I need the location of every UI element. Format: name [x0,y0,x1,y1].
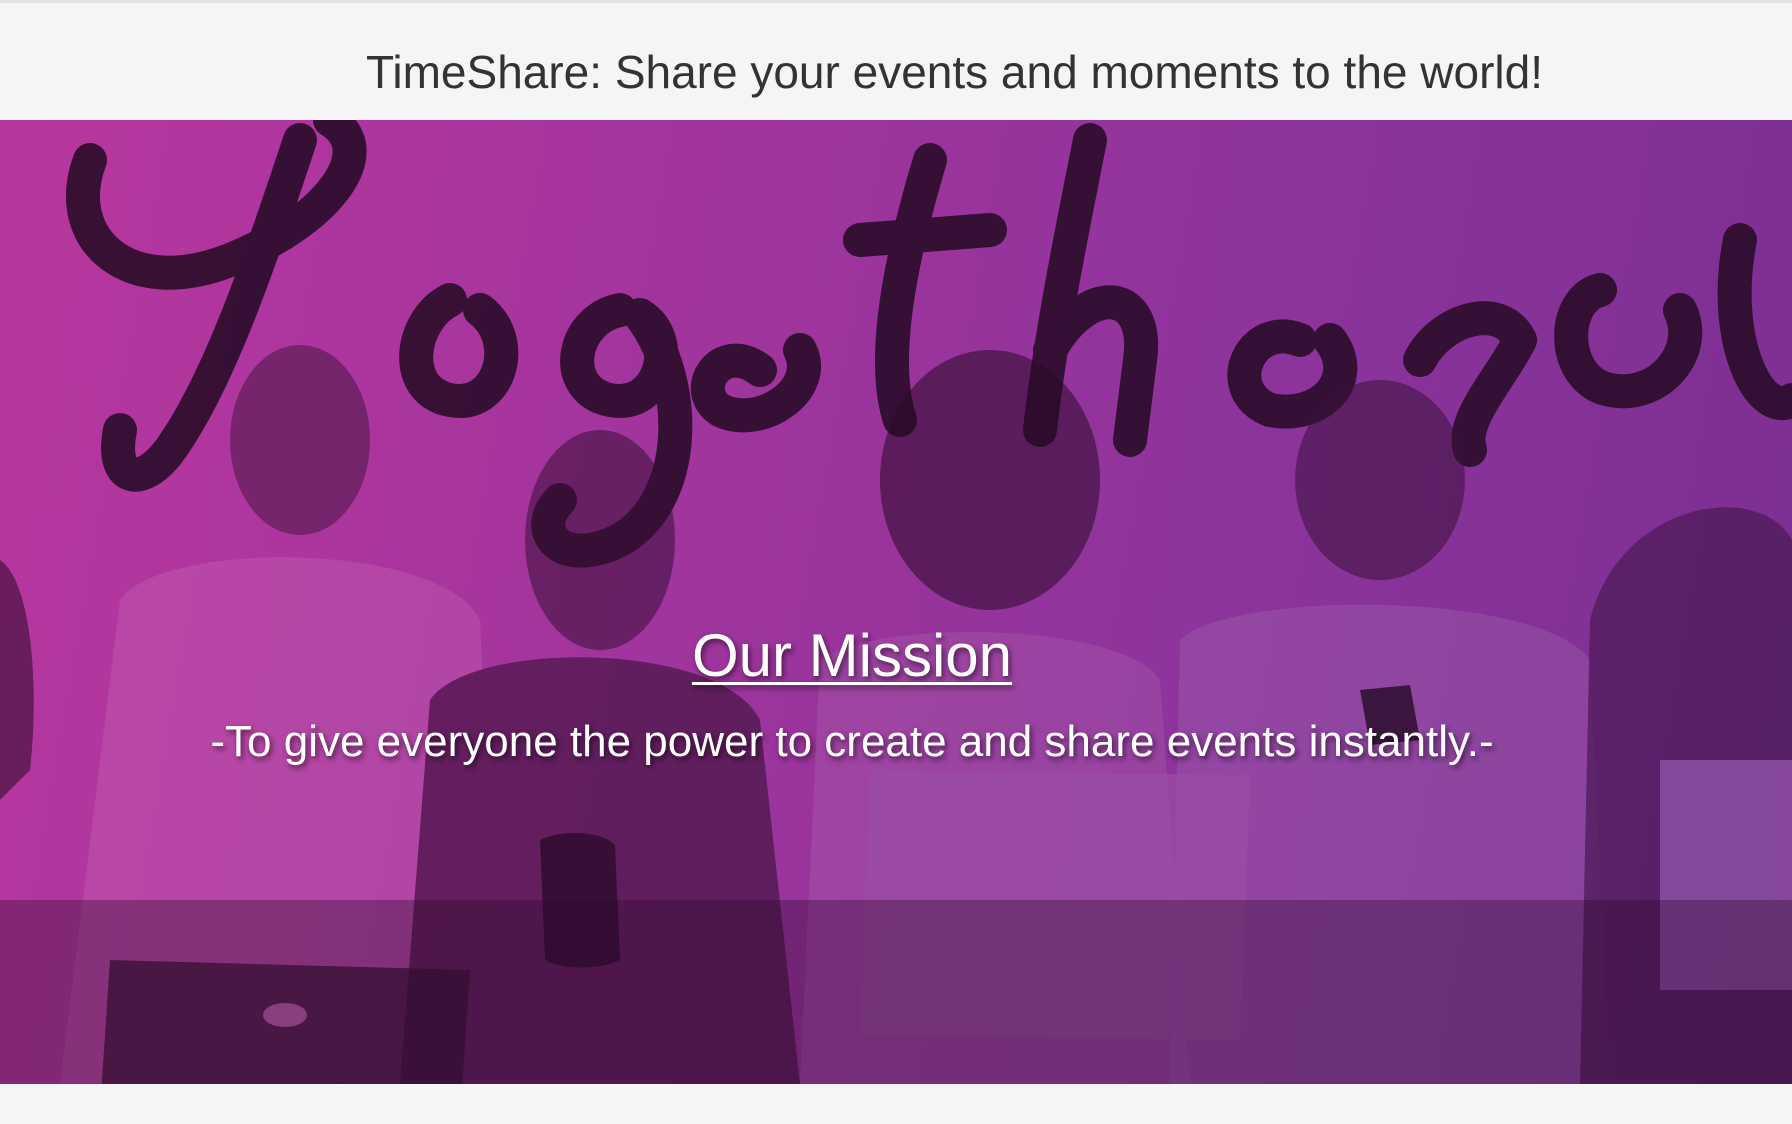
page-footer-area [0,1084,1792,1124]
site-title: TimeShare: Share your events and moments… [366,46,1543,98]
site-header: TimeShare: Share your events and moments… [0,3,1792,120]
mission-statement: -To give everyone the power to create an… [210,717,1494,766]
mission-heading: Our Mission [691,622,1013,689]
hero-background-image [0,120,1792,1084]
mission-hero-banner: Our Mission -To give everyone the power … [0,120,1792,1084]
page: TimeShare: Share your events and moments… [0,0,1792,1124]
